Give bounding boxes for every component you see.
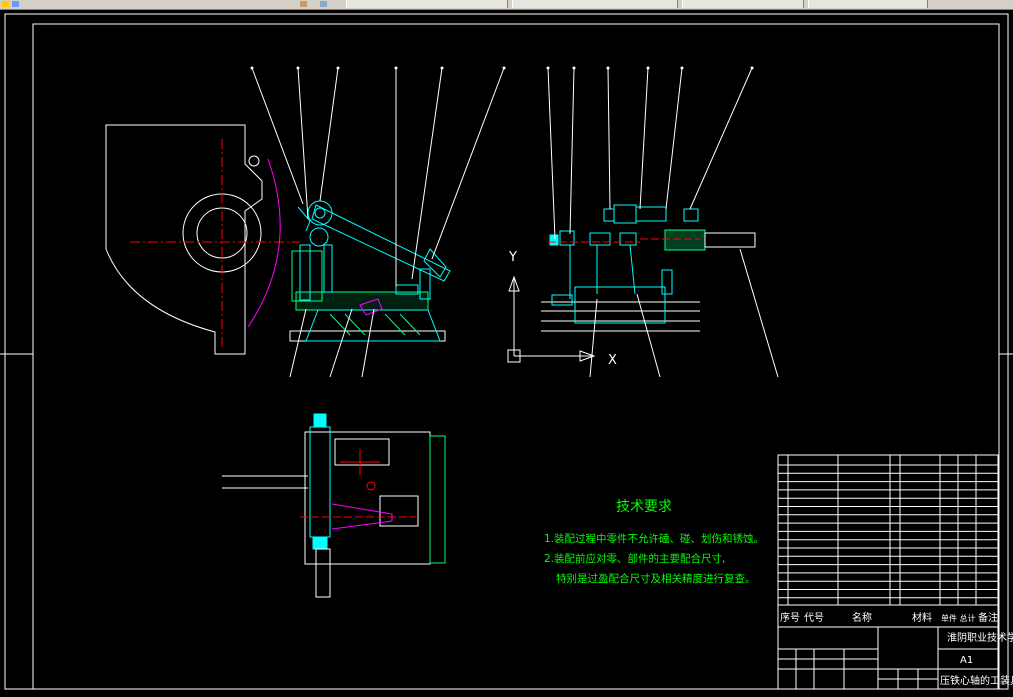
save-icon[interactable] <box>12 1 19 7</box>
sheet-size: A1 <box>960 655 973 666</box>
axis-y-label: Y <box>508 250 517 265</box>
tab-drawing-1[interactable] <box>346 0 508 8</box>
tech-requirements: 技术要求 1.装配过程中零件不允许磕、碰、划伤和锈蚀。 2.装配前应对零、部件的… <box>544 499 764 585</box>
drawing-name: 压铁心轴的工装具 <box>940 674 1013 687</box>
tab-drawing-3[interactable] <box>682 0 804 8</box>
cad-drawing-canvas[interactable]: Y X 技术要求 1.装配过程中零件不允许磕、碰、划伤和锈蚀。 2.装配前应对零… <box>0 9 1013 697</box>
school-name: 淮阴职业技术学院 <box>947 631 1013 644</box>
app-icon <box>2 1 9 7</box>
tab-drawing-4[interactable] <box>808 0 928 8</box>
tech-req-line-1: 1.装配过程中零件不允许磕、碰、划伤和锈蚀。 <box>544 532 764 545</box>
header-material: 材料 <box>912 611 932 624</box>
tech-req-title: 技术要求 <box>616 499 672 515</box>
header-name: 名称 <box>852 611 872 624</box>
ucs-icon <box>507 275 596 363</box>
header-index: 序号 <box>780 611 800 624</box>
tab-drawing-2[interactable] <box>512 0 678 8</box>
header-code: 代号 <box>804 612 824 624</box>
side-view <box>541 204 756 332</box>
header-remark: 备注 <box>978 611 998 624</box>
tech-req-line-3: 特别是过盈配合尺寸及相关精度进行复查。 <box>556 572 756 585</box>
top-view <box>222 413 446 598</box>
front-view <box>105 124 451 355</box>
tool-icon[interactable] <box>300 1 307 7</box>
layer-icon[interactable] <box>320 1 327 7</box>
drawing-frame <box>0 13 1013 690</box>
parts-list-header: 序号 代号 名称 材料 单件 总计 备注 <box>780 611 998 624</box>
header-weight: 单件 总计 <box>941 613 976 623</box>
tech-req-line-2: 2.装配前应对零、部件的主要配合尺寸, <box>544 552 725 565</box>
leader-dots <box>250 66 754 70</box>
parts-list <box>777 454 999 606</box>
axis-x-label: X <box>608 353 617 368</box>
